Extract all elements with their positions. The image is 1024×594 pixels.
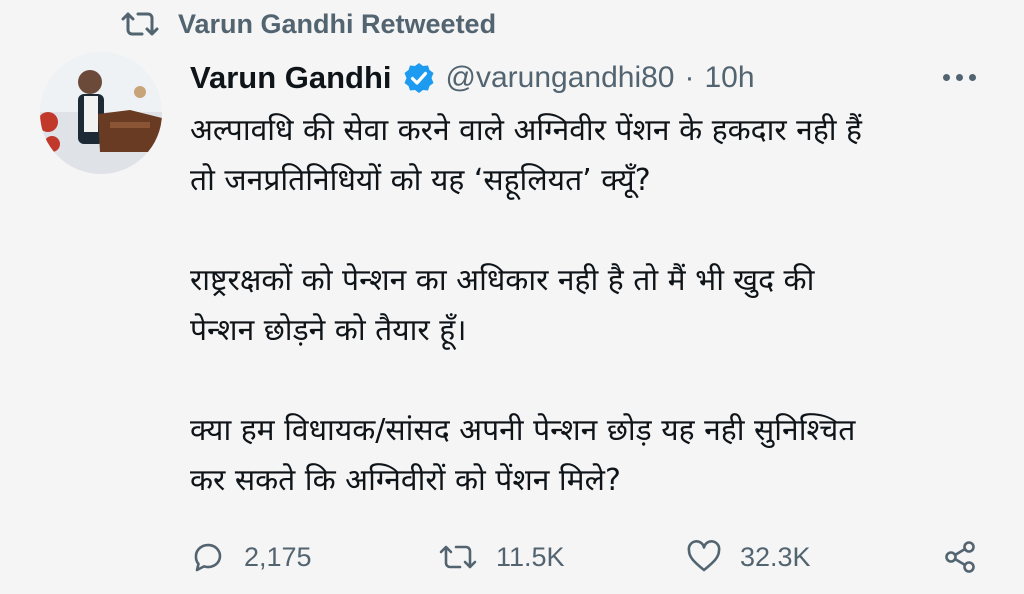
heart-icon: [687, 540, 721, 572]
avatar[interactable]: [40, 52, 162, 174]
tweet-line: अल्पावधि की सेवा करने वाले अग्निवीर पेंश…: [190, 113, 862, 148]
tweet-line: तो जनप्रतिनिधियों को यह ‘सहूलियत’ क्यूँ?: [190, 163, 651, 198]
tweet-time[interactable]: 10h: [705, 61, 755, 95]
retweet-icon: [439, 545, 477, 569]
tweet-line: क्या हम विधायक/सांसद अपनी पेन्शन छोड़ यह…: [190, 413, 856, 448]
reply-icon: [194, 543, 222, 572]
header-separator: ·: [684, 61, 695, 94]
share-button[interactable]: [942, 532, 978, 582]
verified-badge-icon: [404, 63, 434, 93]
tweet-text: अल्पावधि की सेवा करने वाले अग्निवीर पेंश…: [190, 106, 970, 506]
reply-count: 2,175: [244, 541, 312, 572]
retweet-label[interactable]: Varun Gandhi Retweeted: [178, 9, 496, 40]
author-handle[interactable]: @varungandhi80: [446, 61, 675, 95]
retweet-button[interactable]: 11.5K: [438, 532, 565, 582]
tweet-line: कर सकते कि अग्निवीरों को पेंशन मिले?: [190, 463, 621, 498]
author-name[interactable]: Varun Gandhi: [190, 60, 392, 96]
share-icon: [945, 541, 975, 573]
like-button[interactable]: 32.3K: [686, 532, 811, 582]
reply-button[interactable]: 2,175: [190, 532, 312, 582]
like-count: 32.3K: [740, 541, 811, 572]
tweet-line: राष्ट्ररक्षकों को पेन्शन का अधिकार नही ह…: [190, 263, 815, 298]
retweet-icon: [121, 12, 159, 36]
retweet-count: 11.5K: [496, 541, 565, 572]
tweet-line: पेन्शन छोड़ने को तैयार हूँ।: [190, 313, 467, 348]
tweet-actions: 2,175 11.5K 32.3K: [190, 532, 990, 582]
tweet-header: Varun Gandhi @varungandhi80 · 10h: [190, 54, 755, 102]
more-options-icon[interactable]: [934, 60, 984, 94]
retweet-context: Varun Gandhi Retweeted: [120, 4, 496, 44]
